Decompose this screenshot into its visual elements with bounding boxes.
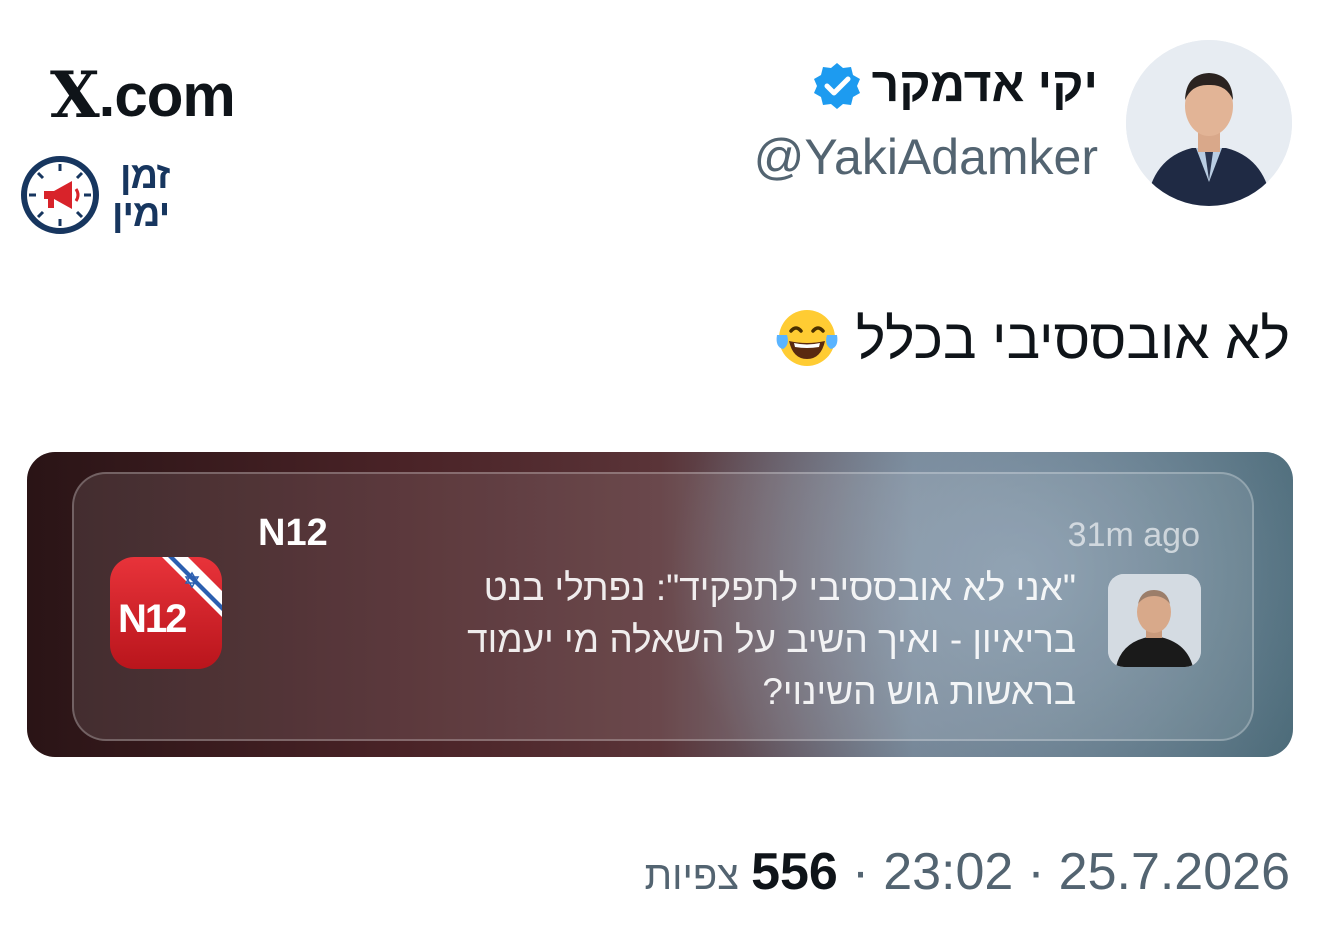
author-handle[interactable]: @YakiAdamker — [754, 128, 1098, 186]
views-label: צפיות — [644, 854, 740, 898]
notification-time: 31m ago — [1067, 516, 1200, 554]
notification-line-2: בריאיון - ואיך השיב על השאלה מי יעמוד — [467, 619, 1076, 660]
separator: · — [1027, 843, 1045, 901]
notification-thumbnail — [1108, 574, 1201, 667]
separator: · — [851, 843, 870, 901]
tweet-text-row: לא אובססיבי בכלל — [774, 305, 1290, 371]
notification-line-1: "אני לא אובססיבי לתפקיד": נפתלי בנט — [483, 567, 1076, 608]
brand-line-1: זמן — [120, 155, 170, 197]
verified-badge-icon — [813, 62, 860, 109]
brand-name: זמן ימין — [112, 155, 170, 235]
avatar-photo — [1126, 40, 1292, 206]
face-with-tears-of-joy-icon — [776, 310, 838, 366]
n12-app-icon: N12 — [110, 557, 222, 669]
notification-app-name: N12 — [258, 512, 328, 554]
x-logo-icon: X — [50, 58, 100, 133]
notification-body: "אני לא אובססיבי לתפקיד": נפתלי בנט בריא… — [346, 562, 1076, 718]
n12-icon-text: N12 — [118, 597, 187, 641]
author-display-name[interactable]: יקי אדמקר — [872, 58, 1098, 113]
megaphone-clock-icon — [21, 156, 99, 234]
tweet-text: לא אובססיבי בכלל — [855, 306, 1290, 370]
site-domain: .com — [98, 62, 236, 129]
notification-line-3: בראשות גוש השינוי? — [762, 671, 1076, 712]
portrait-photo — [1108, 574, 1201, 667]
tweet-time[interactable]: 23:02 — [883, 842, 1013, 902]
author-name-row[interactable]: יקי אדמקר — [812, 58, 1098, 113]
views-count[interactable]: 556 — [751, 842, 838, 902]
brand-line-2: ימין — [112, 193, 170, 235]
site-name: X .com — [50, 58, 236, 133]
brand-watermark: זמן ימין — [20, 155, 170, 235]
tweet-meta: 25.7.2026 · 23:02 · 556 צפיות — [644, 842, 1290, 902]
avatar[interactable] — [1126, 40, 1292, 206]
tweet-date[interactable]: 25.7.2026 — [1059, 842, 1290, 902]
